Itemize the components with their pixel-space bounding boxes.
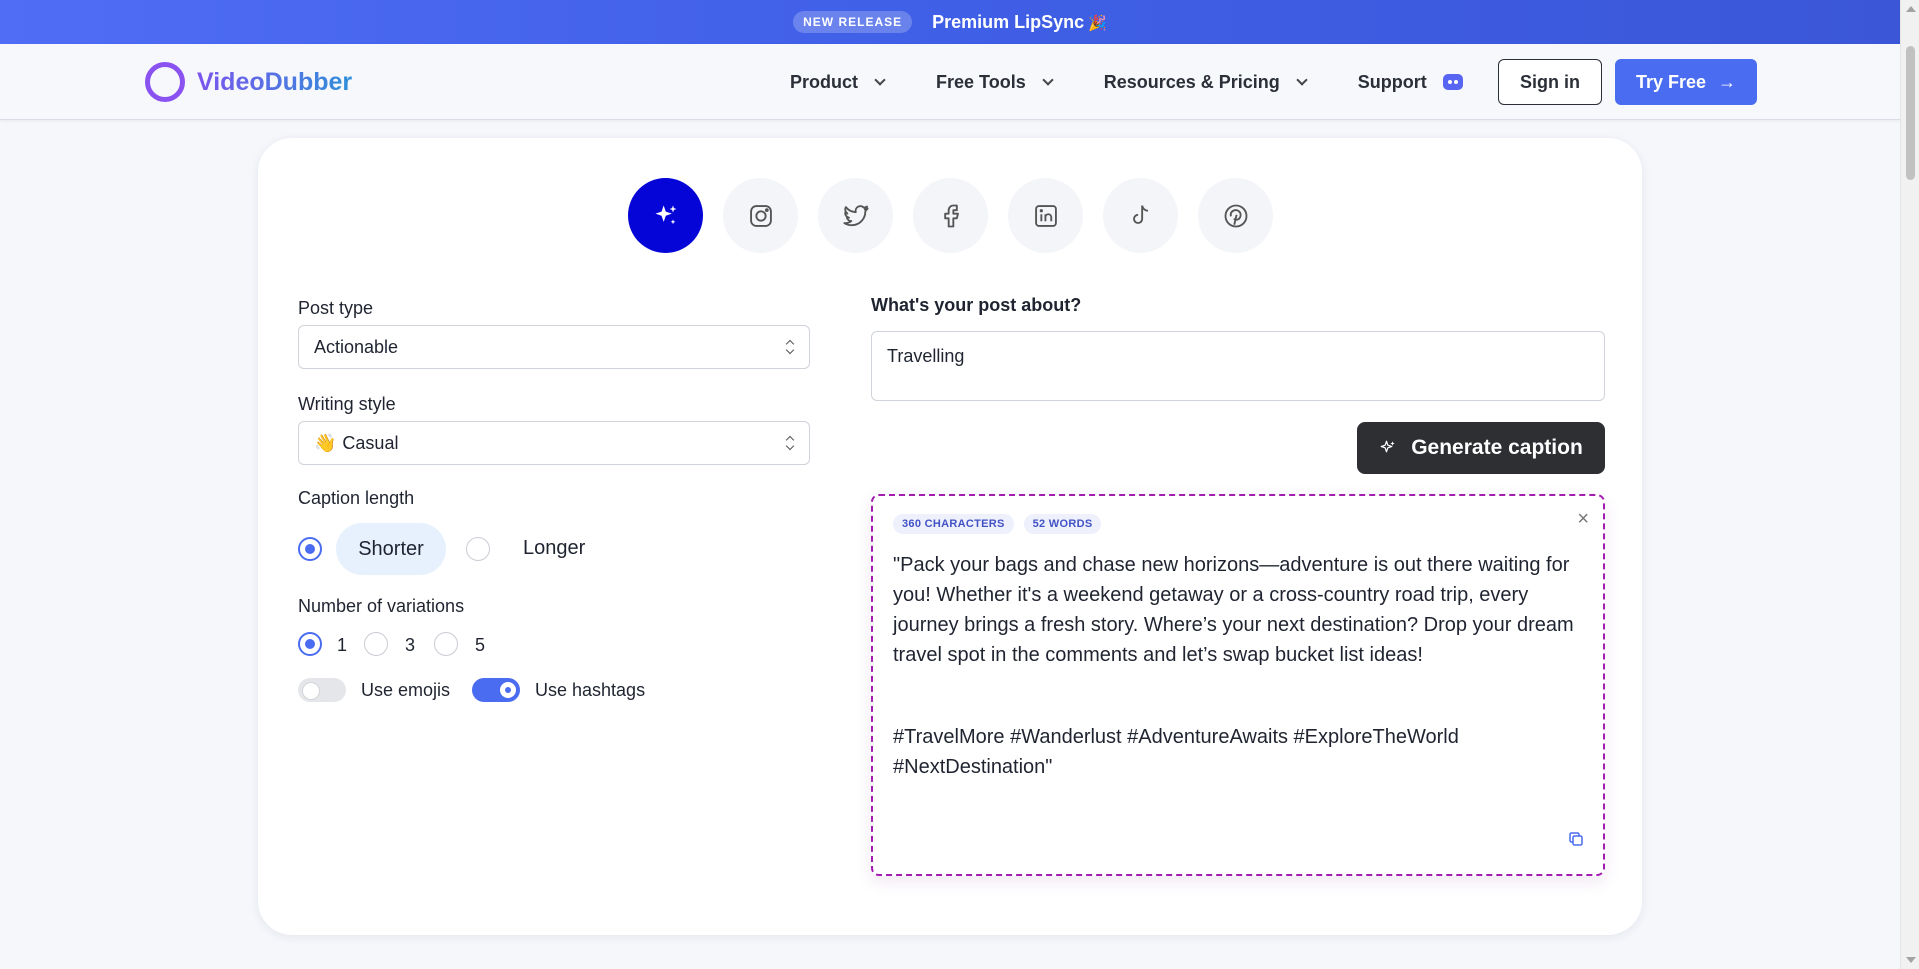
scroll-down-arrow-icon[interactable] [1906, 957, 1916, 963]
waving-hand-emoji: 👋 [314, 432, 337, 453]
nav-item-label: Support [1357, 71, 1427, 92]
post-type-label: Post type [298, 298, 374, 318]
post-about-label: What's your post about? [871, 295, 1082, 315]
writing-style-label: Writing style [298, 394, 396, 414]
nav-item-support[interactable]: Support [1358, 72, 1463, 93]
nav-item-resources-pricing[interactable]: Resources & Pricing [1103, 71, 1308, 93]
arrow-right-icon: → [1718, 71, 1737, 92]
result-stats: 360 CHARACTERS 52 WORDS [893, 514, 1102, 534]
platform-linkedin[interactable] [1008, 178, 1083, 253]
select-updown-icon [787, 340, 793, 354]
writing-style-select[interactable]: 👋 Casual [298, 421, 810, 465]
try-free-label: Try Free [1635, 71, 1707, 92]
scrollbar[interactable] [1900, 0, 1919, 969]
select-updown-icon [787, 436, 793, 450]
caption-length-longer-radio[interactable] [466, 537, 490, 561]
use-hashtags-toggle[interactable] [472, 678, 520, 702]
variations-3-radio[interactable] [364, 632, 388, 656]
nav-menu: Product Free Tools Resources & Pricing S… [790, 44, 1463, 120]
chevron-down-icon [1042, 73, 1054, 86]
sign-in-button[interactable]: Sign in [1498, 59, 1602, 105]
banner-title: Premium LipSync [932, 11, 1085, 32]
use-emojis-label[interactable]: Use emojis [361, 680, 450, 701]
tiktok-icon [1132, 204, 1148, 224]
use-hashtags-label[interactable]: Use hashtags [535, 680, 645, 701]
scroll-up-arrow-icon[interactable] [1906, 6, 1916, 12]
announcement-banner[interactable]: NEW RELEASE Premium LipSync 🎉 [0, 0, 1900, 44]
nav-item-label: Product [790, 71, 859, 92]
linkedin-icon [1034, 204, 1057, 227]
logo[interactable]: VideoDubber [145, 62, 352, 102]
generated-hashtags-text: #TravelMore #Wanderlust #AdventureAwaits… [893, 726, 1459, 778]
variations-5-radio[interactable] [434, 632, 458, 656]
nav-item-free-tools[interactable]: Free Tools [936, 71, 1054, 93]
party-emoji: 🎉 [1088, 14, 1107, 32]
facebook-icon [943, 204, 959, 227]
writing-style-value: Casual [342, 432, 399, 453]
twitter-icon [842, 204, 869, 226]
platform-twitter[interactable] [818, 178, 893, 253]
nav-item-product[interactable]: Product [790, 71, 886, 93]
logo-text: VideoDubber [197, 67, 353, 96]
caption-length-shorter-radio[interactable] [298, 537, 322, 561]
new-release-badge: NEW RELEASE [793, 11, 913, 33]
discord-icon [1442, 74, 1463, 90]
generated-caption-text: "Pack your bags and chase new horizons—a… [893, 554, 1574, 666]
generate-caption-button[interactable]: Generate caption [1357, 422, 1605, 474]
post-type-value: Actionable [314, 336, 399, 357]
pinterest-icon [1224, 204, 1247, 227]
instagram-icon [749, 204, 772, 227]
top-navigation: VideoDubber Product Free Tools Resources… [0, 44, 1900, 120]
logo-ring-icon [145, 62, 185, 102]
copy-icon[interactable] [1567, 830, 1585, 848]
use-emojis-toggle[interactable] [298, 678, 346, 702]
character-count-badge: 360 CHARACTERS [893, 514, 1014, 534]
variations-1-label[interactable]: 1 [337, 635, 347, 656]
close-icon[interactable]: × [1577, 508, 1589, 531]
sparkles-icon [655, 205, 676, 224]
post-about-textarea[interactable]: Travelling [871, 331, 1605, 401]
caption-length-longer-option[interactable]: Longer [523, 537, 585, 560]
caption-length-label: Caption length [298, 488, 415, 508]
caption-generator-card: Post type Actionable Writing style 👋 Cas… [258, 138, 1642, 935]
variations-1-radio[interactable] [298, 632, 322, 656]
sparkles-icon [1380, 440, 1395, 453]
platform-pinterest[interactable] [1198, 178, 1273, 253]
platform-selector [628, 178, 1273, 253]
scrollbar-thumb[interactable] [1906, 46, 1915, 180]
variations-label: Number of variations [298, 596, 465, 616]
variations-3-label[interactable]: 3 [405, 635, 415, 656]
caption-result-box: 360 CHARACTERS 52 WORDS × "Pack your bag… [871, 494, 1605, 876]
chevron-down-icon [874, 73, 886, 86]
platform-tiktok[interactable] [1103, 178, 1178, 253]
try-free-button[interactable]: Try Free → [1615, 59, 1757, 105]
banner-text[interactable]: Premium LipSync 🎉 [932, 12, 1107, 33]
caption-length-shorter-option[interactable]: Shorter [336, 523, 446, 575]
nav-item-label: Free Tools [936, 71, 1026, 92]
variations-5-label[interactable]: 5 [475, 635, 485, 656]
nav-item-label: Resources & Pricing [1103, 71, 1280, 92]
platform-general[interactable] [628, 178, 703, 253]
generate-caption-label: Generate caption [1411, 436, 1583, 459]
platform-instagram[interactable] [723, 178, 798, 253]
chevron-down-icon [1296, 73, 1308, 86]
post-type-select[interactable]: Actionable [298, 325, 810, 369]
platform-facebook[interactable] [913, 178, 988, 253]
word-count-badge: 52 WORDS [1023, 514, 1102, 534]
